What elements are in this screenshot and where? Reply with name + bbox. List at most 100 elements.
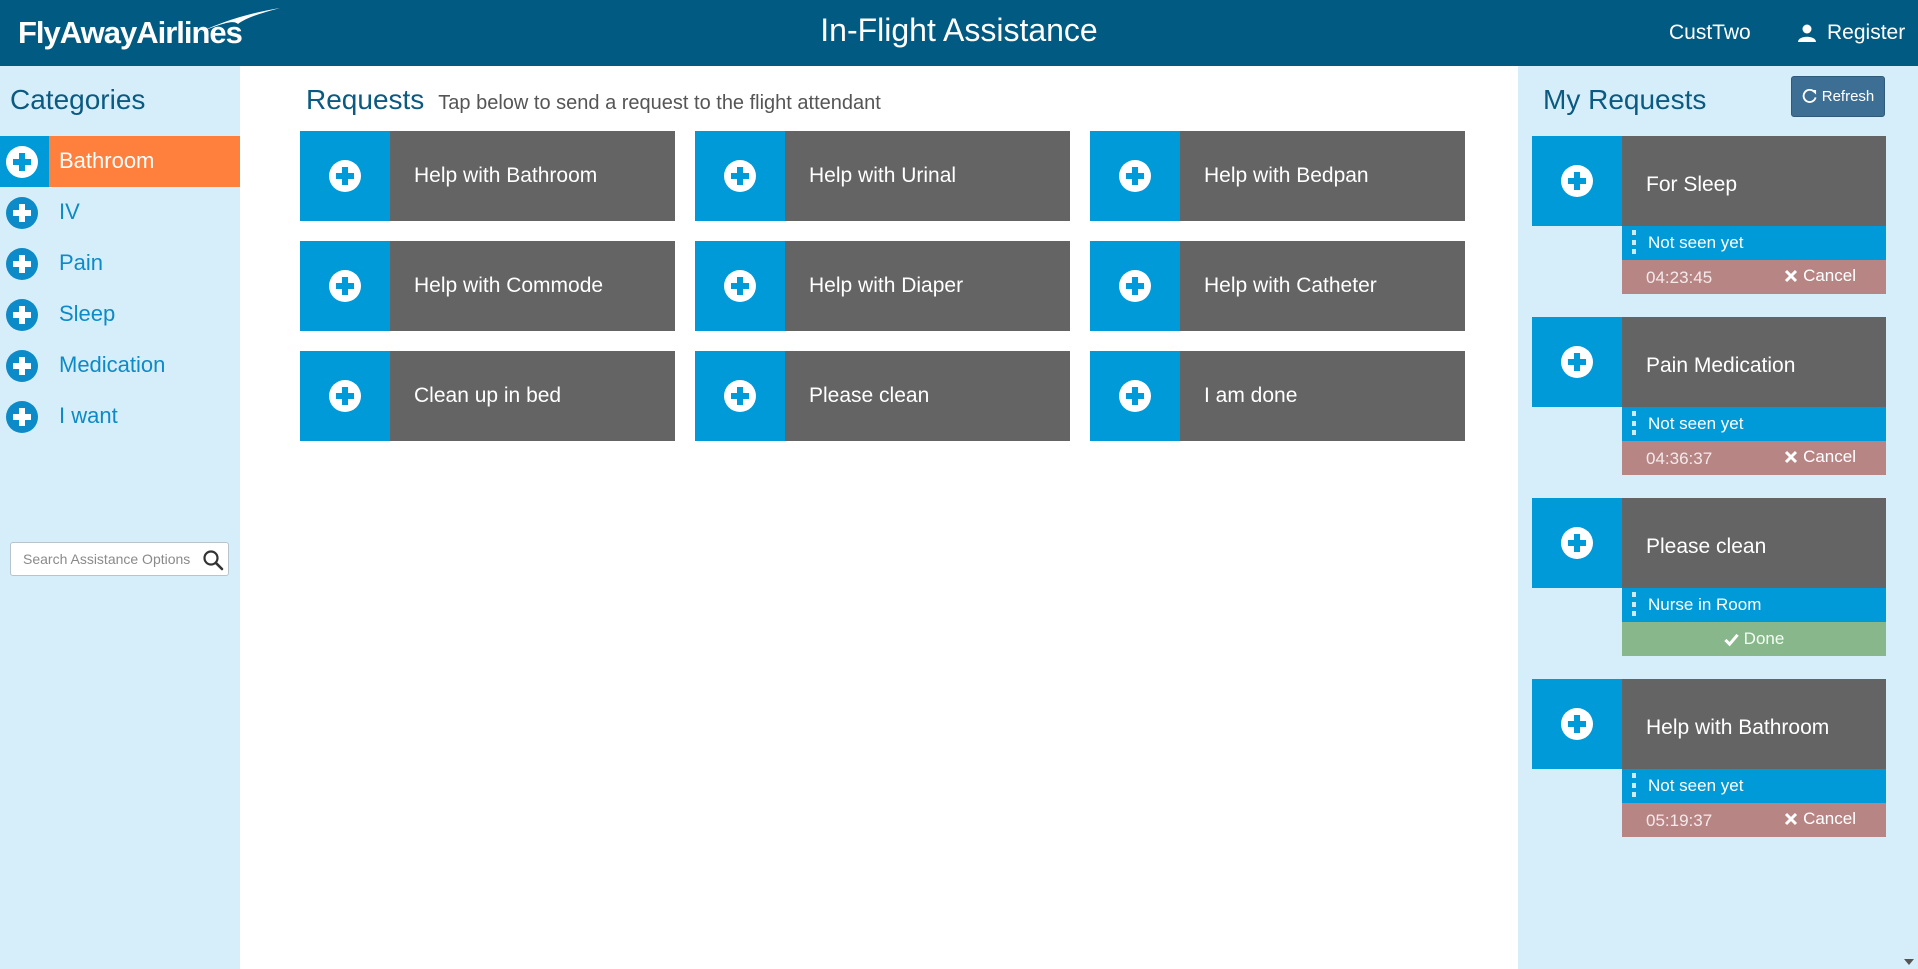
plus-circle-icon <box>6 299 38 331</box>
plus-circle-icon <box>329 270 361 302</box>
page-scrollbar[interactable] <box>1900 66 1918 969</box>
my-request-label: Help with Bathroom <box>1622 679 1886 769</box>
my-request-label: Please clean <box>1622 498 1886 588</box>
request-tile-help-with-urinal[interactable]: Help with Urinal <box>695 131 1070 221</box>
request-tile-help-with-diaper[interactable]: Help with Diaper <box>695 241 1070 331</box>
category-label: IV <box>59 199 80 224</box>
tile-label: Help with Diaper <box>785 241 1070 331</box>
category-list: Bathroom IV Pain Sleep Medication I want <box>0 136 240 442</box>
plus-circle-icon <box>329 160 361 192</box>
plus-circle-icon <box>1119 380 1151 412</box>
my-request-action-bar: 04:36:37 Cancel <box>1622 441 1886 475</box>
status-dots-icon <box>1632 592 1636 616</box>
my-request-action-bar: 04:23:45 Cancel <box>1622 260 1886 294</box>
done-button[interactable]: Done <box>1724 629 1785 649</box>
request-tile-please-clean[interactable]: Please clean <box>695 351 1070 441</box>
category-item-i-want[interactable]: I want <box>0 391 240 442</box>
status-text: Nurse in Room <box>1648 595 1762 614</box>
plus-circle-icon <box>724 270 756 302</box>
tile-label: I am done <box>1180 351 1465 441</box>
tile-label: Help with Commode <box>390 241 675 331</box>
refresh-icon <box>1802 89 1817 103</box>
status-text: Not seen yet <box>1648 776 1744 795</box>
user-name-link[interactable]: CustTwo <box>1669 21 1751 45</box>
elapsed-time: 04:23:45 <box>1646 268 1713 287</box>
close-icon <box>1785 269 1798 283</box>
category-label: I want <box>59 403 118 428</box>
status-dots-icon <box>1632 230 1636 254</box>
my-request-status: Not seen yet <box>1622 769 1886 803</box>
tile-label: Help with Urinal <box>785 131 1070 221</box>
scroll-down-icon[interactable] <box>1904 959 1914 965</box>
status-dots-icon <box>1632 773 1636 797</box>
plus-circle-icon <box>1561 346 1593 378</box>
plus-circle-icon <box>1561 708 1593 740</box>
category-item-pain[interactable]: Pain <box>0 238 240 289</box>
my-request-status: Not seen yet <box>1622 226 1886 260</box>
plus-circle-icon <box>6 197 38 229</box>
plus-circle-icon <box>6 350 38 382</box>
close-icon <box>1785 812 1798 826</box>
refresh-button[interactable]: Refresh <box>1791 76 1885 117</box>
cancel-button[interactable]: Cancel <box>1784 809 1856 829</box>
logo-swoosh-icon <box>200 8 280 32</box>
my-request-action-bar: Done <box>1622 622 1886 656</box>
elapsed-time: 04:36:37 <box>1646 449 1713 468</box>
request-tile-i-am-done[interactable]: I am done <box>1090 351 1465 441</box>
search-icon[interactable] <box>202 549 224 571</box>
done-label: Done <box>1743 629 1785 648</box>
cancel-label: Cancel <box>1803 266 1856 285</box>
cancel-button[interactable]: Cancel <box>1784 447 1856 467</box>
request-tile-help-with-bathroom[interactable]: Help with Bathroom <box>300 131 675 221</box>
category-label: Bathroom <box>59 148 155 173</box>
category-label: Pain <box>59 250 104 275</box>
plus-circle-icon <box>6 146 38 178</box>
tile-label: Help with Bathroom <box>390 131 675 221</box>
request-tile-help-with-commode[interactable]: Help with Commode <box>300 241 675 331</box>
user-icon <box>1798 24 1816 42</box>
my-request-status: Not seen yet <box>1622 407 1886 441</box>
my-request-action-bar: 05:19:37 Cancel <box>1622 803 1886 837</box>
cancel-button[interactable]: Cancel <box>1784 266 1856 286</box>
app-header: FlyAwayAirlines In-Flight Assistance Cus… <box>0 0 1918 66</box>
request-tile-clean-up-in-bed[interactable]: Clean up in bed <box>300 351 675 441</box>
requests-subtitle: Tap below to send a request to the fligh… <box>438 92 881 114</box>
my-request-card: For Sleep Not seen yet 04:23:45 Cancel <box>1532 136 1886 294</box>
close-icon <box>1785 450 1798 464</box>
my-requests-title: My Requests <box>1543 84 1707 115</box>
cancel-label: Cancel <box>1803 809 1856 828</box>
category-item-medication[interactable]: Medication <box>0 340 240 391</box>
category-label: Sleep <box>59 301 116 326</box>
requests-main: Requests Tap below to send a request to … <box>240 66 1518 969</box>
plus-circle-icon <box>724 380 756 412</box>
airline-logo[interactable]: FlyAwayAirlines <box>18 8 280 58</box>
category-item-iv[interactable]: IV <box>0 187 240 238</box>
request-tile-help-with-catheter[interactable]: Help with Catheter <box>1090 241 1465 331</box>
plus-circle-icon <box>6 401 38 433</box>
check-icon <box>1724 633 1739 646</box>
status-dots-icon <box>1632 411 1636 435</box>
tile-label: Clean up in bed <box>390 351 675 441</box>
elapsed-time: 05:19:37 <box>1646 811 1713 830</box>
my-request-card: Pain Medication Not seen yet 04:36:37 Ca… <box>1532 317 1886 475</box>
tile-label: Please clean <box>785 351 1070 441</box>
plus-circle-icon <box>6 248 38 280</box>
tile-label: Help with Bedpan <box>1180 131 1465 221</box>
plus-circle-icon <box>1561 527 1593 559</box>
plus-circle-icon <box>1561 165 1593 197</box>
my-requests-panel: My Requests Refresh For Sleep Not seen y… <box>1518 66 1900 969</box>
my-request-status: Nurse in Room <box>1622 588 1886 622</box>
requests-title: Requests <box>306 84 425 115</box>
category-item-sleep[interactable]: Sleep <box>0 289 240 340</box>
my-request-label: For Sleep <box>1622 136 1886 226</box>
plus-circle-icon <box>1119 270 1151 302</box>
register-label: Register <box>1827 21 1906 44</box>
request-tile-help-with-bedpan[interactable]: Help with Bedpan <box>1090 131 1465 221</box>
cancel-label: Cancel <box>1803 447 1856 466</box>
refresh-label: Refresh <box>1821 88 1875 105</box>
category-item-bathroom[interactable]: Bathroom <box>0 136 240 187</box>
search-input[interactable] <box>11 543 196 575</box>
register-link[interactable]: Register <box>1797 21 1905 45</box>
status-text: Not seen yet <box>1648 414 1744 433</box>
category-label: Medication <box>59 352 166 377</box>
